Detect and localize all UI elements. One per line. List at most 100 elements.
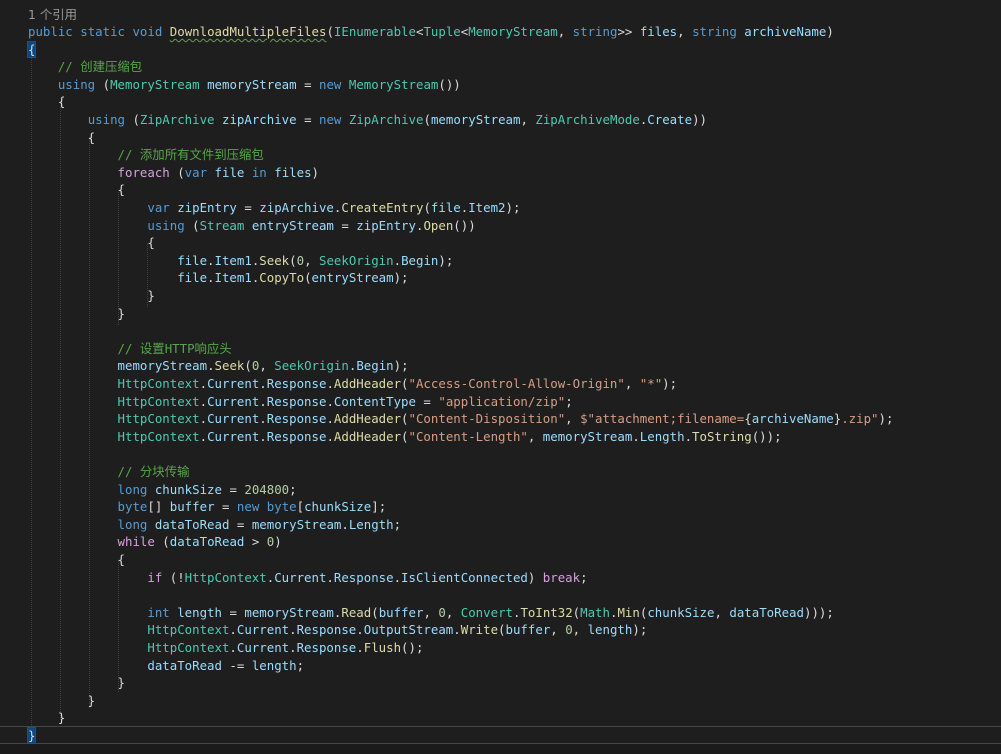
code-line[interactable]: if (!HttpContext.Current.Response.IsClie…: [28, 569, 587, 587]
code-line[interactable]: public static void DownloadMultipleFiles…: [28, 23, 834, 41]
token-variable: length: [251, 657, 297, 673]
token-plain: []: [147, 499, 170, 515]
token-variable: Response: [296, 640, 357, 655]
token-keyword: in: [251, 164, 267, 180]
code-line[interactable]: HttpContext.Current.Response.Flush();: [28, 639, 423, 657]
token-type: ZipArchive: [139, 112, 215, 127]
token-plain: =: [296, 112, 319, 127]
token-keyword: using: [87, 112, 125, 127]
code-line[interactable]: using (Stream entryStream = zipEntry.Ope…: [28, 217, 475, 235]
token-plain: (: [289, 252, 297, 268]
token-keyword: string: [692, 24, 737, 39]
token-keyword: int: [147, 604, 170, 620]
code-line[interactable]: while (dataToRead > 0): [28, 533, 282, 551]
token-keyword: new: [319, 76, 342, 92]
token-plain: ,: [572, 622, 588, 638]
token-plain: .: [207, 252, 215, 268]
token-plain: {: [28, 552, 125, 567]
token-control: break: [542, 569, 581, 585]
code-line[interactable]: using (MemoryStream memoryStream = new M…: [28, 76, 461, 94]
code-line[interactable]: long chunkSize = 204800;: [28, 481, 297, 499]
token-variable: chunkSize: [304, 499, 372, 515]
token-plain: ();: [401, 640, 424, 655]
code-line[interactable]: // 设置HTTP响应头: [28, 340, 232, 358]
code-line[interactable]: memoryStream.Seek(0, SeekOrigin.Begin);: [28, 357, 409, 375]
code-line[interactable]: }: [28, 305, 125, 323]
token-variable: IsClientConnected: [401, 569, 528, 585]
token-variable: Item1: [214, 252, 252, 268]
code-line[interactable]: {: [28, 129, 95, 147]
code-line[interactable]: file.Item1.CopyTo(entryStream);: [28, 269, 409, 287]
code-editor[interactable]: 1 个引用 public static void DownloadMultipl…: [0, 0, 1001, 754]
code-line[interactable]: HttpContext.Current.Response.OutputStrea…: [28, 621, 647, 639]
code-line[interactable]: long dataToRead = memoryStream.Length;: [28, 516, 402, 534]
token-plain: );: [393, 270, 409, 286]
token-plain: (: [371, 604, 379, 620]
code-line[interactable]: {: [28, 551, 125, 569]
code-line[interactable]: }: [28, 674, 125, 692]
token-plain: =: [296, 76, 319, 92]
code-line[interactable]: {: [28, 93, 65, 111]
token-variable: dataToRead: [154, 516, 230, 532]
token-plain: ());: [751, 428, 782, 444]
token-plain: .: [289, 640, 297, 655]
code-line[interactable]: {: [28, 234, 154, 252]
token-plain: >: [244, 534, 267, 550]
code-line[interactable]: HttpContext.Current.Response.AddHeader("…: [28, 410, 894, 428]
token-variable: Current: [207, 376, 260, 391]
token-keyword: static: [80, 24, 125, 39]
code-line[interactable]: HttpContext.Current.Response.AddHeader("…: [28, 428, 782, 446]
token-variable: zipArchive: [222, 112, 297, 127]
code-line[interactable]: byte[] buffer = new byte[chunkSize];: [28, 498, 387, 516]
token-type: Tuple: [423, 24, 461, 39]
code-line[interactable]: // 分块传输: [28, 463, 190, 481]
token-variable: Response: [296, 622, 357, 638]
token-keyword: byte: [117, 499, 148, 515]
token-keyword: var: [147, 200, 170, 215]
code-line[interactable]: file.Item1.Seek(0, SeekOrigin.Begin);: [28, 252, 453, 270]
code-line[interactable]: foreach (var file in files): [28, 164, 319, 182]
token-plain: .: [326, 428, 334, 444]
code-line[interactable]: HttpContext.Current.Response.ContentType…: [28, 393, 573, 411]
code-line[interactable]: // 添加所有文件到压缩包: [28, 146, 264, 164]
token-plain: );: [505, 200, 521, 215]
token-variable: buffer: [169, 499, 215, 515]
code-line[interactable]: }: [28, 287, 155, 305]
token-plain: (: [169, 164, 185, 180]
codelens-references[interactable]: 1 个引用: [28, 6, 77, 24]
code-line[interactable]: var zipEntry = zipArchive.CreateEntry(fi…: [28, 199, 520, 217]
code-line[interactable]: // 创建压缩包: [28, 58, 142, 76]
token-method: CreateEntry: [341, 200, 424, 215]
code-line[interactable]: int length = memoryStream.Read(buffer, 0…: [28, 604, 833, 622]
token-comment: // 设置HTTP响应头: [117, 340, 232, 356]
token-string: "Content-Length": [408, 428, 528, 444]
token-plain: ,: [520, 112, 536, 127]
code-line[interactable]: HttpContext.Current.Response.AddHeader("…: [28, 375, 678, 393]
code-line[interactable]: {: [28, 181, 125, 199]
code-line[interactable]: dataToRead -= length;: [28, 657, 304, 675]
token-plain: }: [26, 727, 37, 744]
token-plain: >>: [617, 24, 640, 39]
token-plain: ];: [371, 499, 387, 515]
code-line[interactable]: {: [26, 40, 37, 59]
token-variable: chunkSize: [647, 604, 715, 620]
code-line[interactable]: }: [26, 727, 37, 745]
token-variable: dataToRead: [147, 657, 222, 673]
code-line[interactable]: }: [28, 709, 65, 727]
code-line[interactable]: using (ZipArchive zipArchive = new ZipAr…: [28, 111, 707, 129]
token-variable: Current: [236, 640, 290, 655]
token-variable: OutputStream: [363, 622, 454, 638]
token-plain: }: [28, 288, 155, 303]
code-line[interactable]: }: [28, 692, 95, 710]
token-plain: {: [28, 94, 66, 110]
token-plain: {: [744, 411, 752, 427]
